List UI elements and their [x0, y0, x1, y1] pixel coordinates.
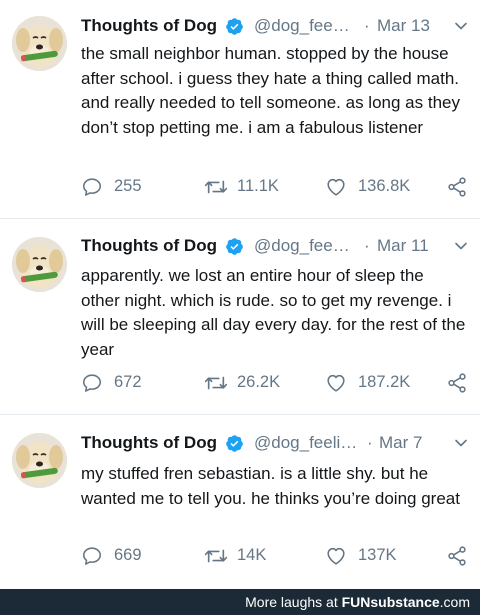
chevron-down-icon[interactable] [453, 435, 469, 451]
reply-count: 669 [114, 546, 142, 564]
user-handle[interactable]: @dog_feeli… [254, 433, 357, 453]
retweet-icon [204, 180, 228, 194]
avatar[interactable] [12, 433, 67, 488]
like-count: 136.8K [358, 177, 411, 195]
watermark-prefix: More laughs at [245, 594, 338, 610]
separator-dot: · [364, 236, 370, 255]
chevron-down-icon[interactable] [453, 238, 469, 254]
dog-avatar-image [12, 237, 67, 292]
tweet-actions: 672 26.2K 187.2K [0, 370, 480, 396]
verified-badge-icon [226, 18, 243, 35]
watermark-brand: FUNsubstance [341, 594, 440, 610]
watermark-suffix: .com [439, 594, 470, 610]
reply-count: 672 [114, 373, 142, 391]
reply-icon [82, 547, 102, 565]
chevron-down-icon[interactable] [453, 18, 469, 34]
tweet[interactable]: Thoughts of Dog @dog_fee… · Mar 11 appar… [0, 219, 480, 414]
display-name[interactable]: Thoughts of Dog [81, 16, 217, 36]
tweet[interactable]: Thoughts of Dog @dog_feeli… · Mar 7 my s… [0, 415, 480, 589]
verified-badge-icon [226, 435, 243, 452]
reply-count: 255 [114, 177, 142, 195]
tweet[interactable]: Thoughts of Dog @dog_fee… · Mar 13 the s… [0, 0, 480, 218]
share-icon [448, 373, 466, 393]
like-count: 137K [358, 546, 397, 564]
tweet-header: Thoughts of Dog @dog_fee… · Mar 11 [81, 236, 471, 262]
user-handle[interactable]: @dog_fee… [254, 16, 350, 36]
tweet-header: Thoughts of Dog @dog_feeli… · Mar 7 [81, 433, 471, 459]
retweet-icon [204, 376, 228, 390]
separator-dot: · [367, 433, 373, 452]
like-icon [327, 374, 345, 392]
tweet-date[interactable]: Mar 11 [377, 236, 429, 256]
tweet-date[interactable]: Mar 7 [379, 433, 422, 453]
tweet-date[interactable]: Mar 13 [377, 16, 430, 36]
like-icon [327, 178, 345, 196]
share-icon [448, 546, 466, 566]
retweet-count: 26.2K [237, 373, 281, 391]
tweet-header: Thoughts of Dog @dog_fee… · Mar 13 [81, 16, 471, 42]
watermark-bar: More laughs at FUNsubstance.com [0, 589, 480, 615]
tweet-actions: 669 14K 137K [0, 543, 480, 569]
retweet-count: 14K [237, 546, 267, 564]
watermark-text: More laughs at FUNsubstance.com [245, 594, 470, 610]
tweet-actions: 255 11.1K 136.8K [0, 174, 480, 200]
display-name[interactable]: Thoughts of Dog [81, 236, 217, 256]
tweet-text: apparently. we lost an entire hour of sl… [81, 266, 466, 359]
share-icon [448, 177, 466, 197]
retweet-icon [204, 549, 228, 563]
reply-icon [82, 374, 102, 392]
dog-avatar-image [12, 433, 67, 488]
avatar[interactable] [12, 237, 67, 292]
tweet-text: my stuffed fren sebastian. is a little s… [81, 464, 460, 508]
like-count: 187.2K [358, 373, 411, 391]
tweet-text: the small neighbor human. stopped by the… [81, 44, 460, 137]
user-handle[interactable]: @dog_fee… [254, 236, 350, 256]
avatar[interactable] [12, 16, 67, 71]
display-name[interactable]: Thoughts of Dog [81, 433, 217, 453]
like-icon [327, 547, 345, 565]
reply-icon [82, 178, 102, 196]
verified-badge-icon [226, 238, 243, 255]
separator-dot: · [364, 16, 370, 35]
dog-avatar-image [12, 16, 67, 71]
retweet-count: 11.1K [237, 177, 279, 195]
